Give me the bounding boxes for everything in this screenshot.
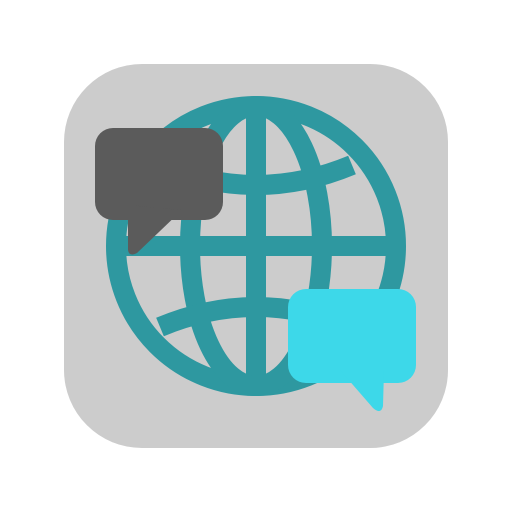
chat-bubble-body bbox=[95, 128, 223, 220]
app-icon bbox=[0, 0, 512, 512]
globe-chat-app-icon bbox=[64, 64, 448, 448]
chat-bubble-body bbox=[288, 289, 416, 383]
